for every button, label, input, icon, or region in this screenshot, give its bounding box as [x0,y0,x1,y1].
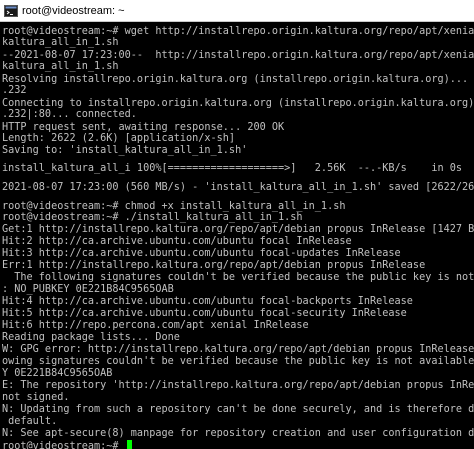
terminal-line-text: default. [2,416,58,427]
terminal-line: Y 0E221B84C9565OAB [2,368,112,380]
terminal-icon [4,4,18,17]
terminal-line-text: Length: 2622 (2.6K) [application/x-sh] [2,133,236,144]
window-title: root@videostream: ~ [22,4,125,17]
prompt-line: root@videostream:~# [2,440,132,449]
terminal-line: Reading package lists... Done [2,332,180,344]
terminal-line-text: root@videostream:~# wget http://installr… [2,26,474,37]
terminal-line-text: Connecting to installrepo.origin.kaltura… [2,98,474,109]
terminal-line-text: Saving to: 'install_kaltura_all_in_1.sh' [2,145,248,156]
terminal-line-text: kaltura_all_in_1.sh [2,37,119,48]
terminal-line: Hit:3 http://ca.archive.ubuntu.com/ubunt… [2,248,401,260]
terminal-line-text: Resolving installrepo.origin.kaltura.org… [2,74,469,85]
terminal-line: Get:1 http://installrepo.kaltura.org/rep… [2,224,474,236]
terminal-line-text: E: The repository 'http://installrepo.ka… [2,380,474,391]
terminal-line-text: kaltura_all_in_1.sh [2,61,119,72]
terminal-line-text: root@videostream:~# [2,441,125,449]
terminal-line-text: Hit:3 http://ca.archive.ubuntu.com/ubunt… [2,248,401,259]
terminal-line: : NO_PUBKEY 0E221B84C9565OAB [2,284,174,296]
terminal-line: N: See apt-secure(8) manpage for reposit… [2,428,474,440]
terminal-line-text: HTTP request sent, awaiting response... … [2,122,285,133]
terminal-line-text: install_kaltura_all_i 100%[=============… [2,163,463,174]
terminal-line: The following signatures couldn't be ver… [2,272,474,284]
terminal-line-text: Hit:4 http://ca.archive.ubuntu.com/ubunt… [2,296,413,307]
terminal-line-text: Get:1 http://installrepo.kaltura.org/rep… [2,224,474,235]
terminal-line: 2021-08-07 17:23:00 (560 MB/s) - 'instal… [2,182,474,194]
terminal-line-text: --2021-08-07 17:23:00-- http://installre… [2,50,474,61]
terminal-line-text: Hit:6 http://repo.percona.com/apt xenial… [2,320,309,331]
terminal-line-text: root@videostream:~# ./install_kaltura_al… [2,212,303,223]
terminal-line-text: The following signatures couldn't be ver… [14,272,474,283]
terminal-line-text: : NO_PUBKEY 0E221B84C9565OAB [2,284,174,295]
terminal-line: Hit:4 http://ca.archive.ubuntu.com/ubunt… [2,296,413,308]
terminal-line: not signed. [2,392,69,404]
terminal-line: Length: 2622 (2.6K) [application/x-sh] [2,133,235,145]
terminal-line-text: .232 [2,85,27,96]
terminal-line-text: W: GPG error: http://installrepo.kaltura… [2,344,474,355]
terminal-line-text: root@videostream:~# chmod +x install_kal… [2,201,346,212]
terminal-line: Resolving installrepo.origin.kaltura.org… [2,74,474,86]
terminal-line-text: 2021-08-07 17:23:00 (560 MB/s) - 'instal… [2,182,474,193]
terminal-line: Hit:5 http://ca.archive.ubuntu.com/ubunt… [2,308,407,320]
terminal-line-text: N: Updating from such a repository can't… [2,404,474,415]
terminal-line-text: Reading package lists... Done [2,332,180,343]
terminal-line: Err:1 http://installrepo.kaltura.org/rep… [2,260,425,272]
terminal-line: owing signatures couldn't be verified be… [2,356,474,368]
terminal-line: Hit:6 http://repo.percona.com/apt xenial… [2,320,309,332]
terminal-output[interactable]: root@videostream:~# wget http://installr… [0,23,474,449]
terminal-line-text: owing signatures couldn't be verified be… [2,356,474,367]
title-bar[interactable]: root@videostream: ~ [0,0,474,22]
terminal-line: .232|:80... connected. [2,109,137,121]
terminal-line: W: GPG error: http://installrepo.kaltura… [2,344,474,356]
terminal-line: N: Updating from such a repository can't… [2,404,474,416]
terminal-line: E: The repository 'http://installrepo.ka… [2,380,474,392]
terminal-line: .232 [2,85,27,97]
terminal-line-text: N: See apt-secure(8) manpage for reposit… [2,428,474,439]
terminal-window: root@videostream: ~ root@videostream:~# … [0,0,474,449]
terminal-line: Hit:2 http://ca.archive.ubuntu.com/ubunt… [2,236,352,248]
terminal-line: root@videostream:~# ./install_kaltura_al… [2,212,303,224]
terminal-line-text: Y 0E221B84C9565OAB [2,368,113,379]
terminal-line-text: Hit:5 http://ca.archive.ubuntu.com/ubunt… [2,308,407,319]
terminal-line: default. [2,416,57,428]
terminal-line-text: not signed. [2,392,70,403]
terminal-line: kaltura_all_in_1.sh [2,37,119,49]
terminal-line: kaltura_all_in_1.sh [2,61,119,73]
terminal-line-text: .232|:80... connected. [2,109,137,120]
text-cursor [126,440,132,449]
terminal-line-text: Hit:2 http://ca.archive.ubuntu.com/ubunt… [2,236,352,247]
terminal-line-text: Err:1 http://installrepo.kaltura.org/rep… [2,260,426,271]
terminal-line: Saving to: 'install_kaltura_all_in_1.sh' [2,145,247,157]
terminal-line: install_kaltura_all_i 100%[=============… [2,163,462,175]
